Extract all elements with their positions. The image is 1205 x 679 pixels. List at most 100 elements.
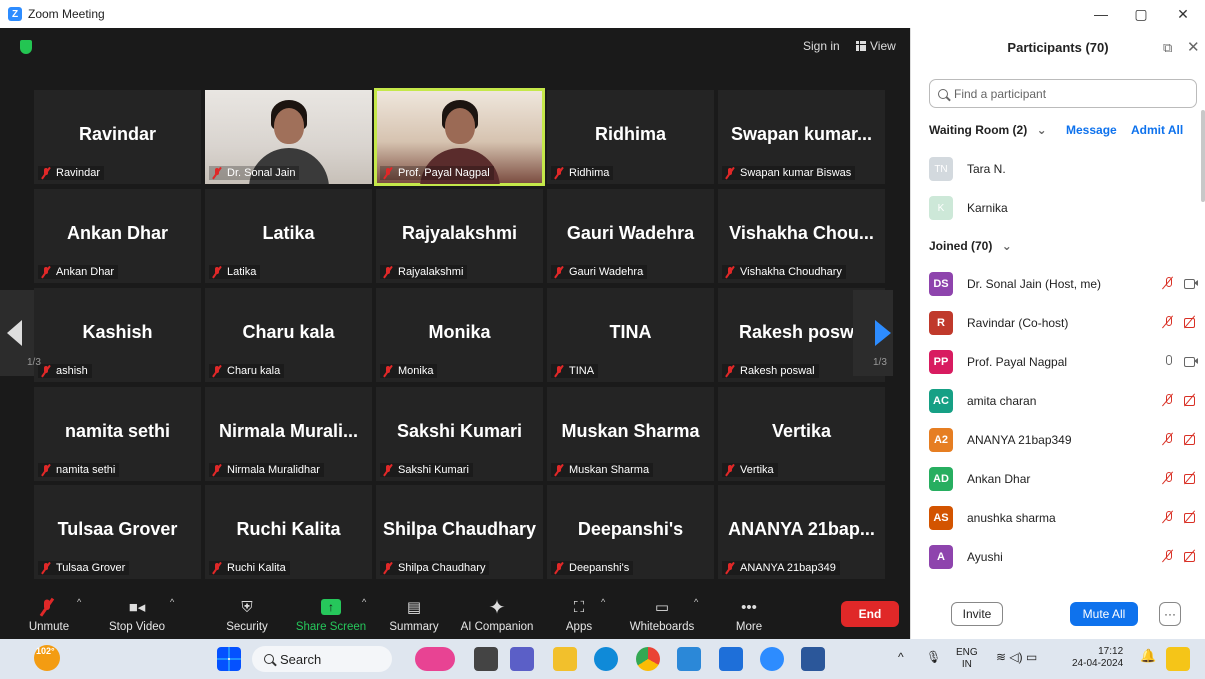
apps-button[interactable]: ⛶ Apps bbox=[562, 589, 596, 639]
participant-search-input[interactable] bbox=[954, 86, 1174, 101]
video-tile[interactable]: Gauri Wadehra Gauri Wadehra bbox=[547, 189, 714, 283]
copilot-icon[interactable] bbox=[1166, 647, 1190, 671]
video-tile[interactable]: Tulsaa Grover Tulsaa Grover bbox=[34, 485, 201, 579]
video-tile[interactable]: Kashish ashish bbox=[34, 288, 201, 382]
mic-muted-icon bbox=[1161, 549, 1175, 563]
video-tile[interactable]: Shilpa Chaudhary Shilpa Chaudhary bbox=[376, 485, 543, 579]
message-link[interactable]: Message bbox=[1066, 123, 1117, 137]
video-tile[interactable]: Charu kala Charu kala bbox=[205, 288, 372, 382]
close-button[interactable]: ✕ bbox=[1163, 0, 1203, 28]
participant-status-icons bbox=[1161, 315, 1199, 329]
participant-row[interactable]: DS Dr. Sonal Jain (Host, me) bbox=[929, 272, 1199, 296]
edge-icon[interactable] bbox=[594, 647, 618, 671]
share-screen-button[interactable]: ↑ Share Screen bbox=[294, 589, 368, 639]
network-volume-battery-icon[interactable]: ≋ ◁) ▭ bbox=[996, 651, 1037, 663]
video-tile[interactable]: TINA TINA bbox=[547, 288, 714, 382]
participant-name: Ravindar (Co-host) bbox=[967, 316, 1069, 330]
video-tile[interactable]: ANANYA 21bap... ANANYA 21bap349 bbox=[718, 485, 885, 579]
window-title: Zoom Meeting bbox=[28, 7, 105, 21]
taskbar-search[interactable]: Search bbox=[252, 646, 392, 672]
video-tile[interactable]: Ridhima Ridhima bbox=[547, 90, 714, 184]
share-options-caret[interactable]: ^ bbox=[362, 597, 366, 607]
minimize-button[interactable]: — bbox=[1081, 0, 1121, 28]
participant-name-label: Ankan Dhar bbox=[38, 265, 119, 279]
file-explorer-icon[interactable] bbox=[553, 647, 577, 671]
participant-row[interactable]: AC amita charan bbox=[929, 389, 1199, 413]
video-tile[interactable]: Swapan kumar... Swapan kumar Biswas bbox=[718, 90, 885, 184]
restore-button[interactable]: ▢ bbox=[1121, 0, 1161, 28]
popout-icon[interactable]: ⧉ bbox=[1163, 40, 1172, 56]
video-tile[interactable]: Monika Monika bbox=[376, 288, 543, 382]
panel-more-button[interactable]: ··· bbox=[1159, 602, 1181, 626]
video-tile[interactable]: Vishakha Chou... Vishakha Choudhary bbox=[718, 189, 885, 283]
joined-label[interactable]: Joined (70) ⌄ bbox=[929, 239, 1012, 253]
participant-row[interactable]: PP Prof. Payal Nagpal bbox=[929, 350, 1199, 374]
video-tile[interactable]: Ankan Dhar Ankan Dhar bbox=[34, 189, 201, 283]
waiting-participant-row[interactable]: TN Tara N. bbox=[929, 157, 1199, 181]
participant-name: Rakesh poswal bbox=[740, 365, 815, 377]
clock[interactable]: 17:12 24-04-2024 bbox=[1072, 646, 1123, 670]
store-icon[interactable] bbox=[677, 647, 701, 671]
panel-scrollbar[interactable] bbox=[1201, 110, 1205, 202]
video-tile[interactable]: Ruchi Kalita Ruchi Kalita bbox=[205, 485, 372, 579]
ai-companion-button[interactable]: ✦ AI Companion bbox=[456, 589, 538, 639]
invite-button[interactable]: Invite bbox=[951, 602, 1003, 626]
zoom-taskbar-icon[interactable] bbox=[760, 647, 784, 671]
participant-name: Ankan Dhar bbox=[56, 266, 115, 278]
view-button[interactable]: View bbox=[856, 39, 896, 53]
unmute-button[interactable]: Unmute bbox=[24, 589, 74, 639]
waiting-room-label[interactable]: Waiting Room (2) ⌄ bbox=[929, 123, 1047, 137]
chrome-icon[interactable] bbox=[636, 647, 660, 671]
video-tile[interactable]: Deepanshi's Deepanshi's bbox=[547, 485, 714, 579]
chevron-up-icon[interactable]: ^ bbox=[898, 651, 904, 663]
video-tile[interactable]: Rajyalakshmi Rajyalakshmi bbox=[376, 189, 543, 283]
teams-icon[interactable] bbox=[510, 647, 534, 671]
video-tile[interactable]: Latika Latika bbox=[205, 189, 372, 283]
whiteboards-options-caret[interactable]: ^ bbox=[694, 597, 698, 607]
video-tile[interactable]: Ravindar Ravindar bbox=[34, 90, 201, 184]
stop-video-button[interactable]: ■◂ Stop Video bbox=[104, 589, 170, 639]
participant-row[interactable]: R Ravindar (Co-host) bbox=[929, 311, 1199, 335]
sign-in-button[interactable]: Sign in bbox=[803, 39, 840, 53]
participant-row[interactable]: A2 ANANYA 21bap349 bbox=[929, 428, 1199, 452]
video-tile[interactable]: Vertika Vertika bbox=[718, 387, 885, 481]
waiting-participant-row[interactable]: K Karnika bbox=[929, 196, 1199, 220]
microphone-tray-icon[interactable]: 🎙 bbox=[926, 651, 941, 663]
close-panel-icon[interactable]: ✕ bbox=[1187, 38, 1200, 56]
task-view-icon[interactable] bbox=[474, 647, 498, 671]
participant-status-icons bbox=[1161, 510, 1199, 524]
participant-name-label: Shilpa Chaudhary bbox=[380, 561, 490, 575]
participant-name: ashish bbox=[56, 365, 88, 377]
more-button[interactable]: ••• More bbox=[732, 589, 766, 639]
language-indicator[interactable]: ENG IN bbox=[956, 647, 978, 671]
whiteboards-button[interactable]: ▭ Whiteboards bbox=[626, 589, 698, 639]
participant-display-name: Tulsaa Grover bbox=[57, 519, 178, 539]
video-tile[interactable]: Muskan Sharma Muskan Sharma bbox=[547, 387, 714, 481]
video-tile[interactable]: Prof. Payal Nagpal bbox=[374, 88, 545, 186]
video-tile[interactable]: Dr. Sonal Jain bbox=[205, 90, 372, 184]
participant-name-label: Vishakha Choudhary bbox=[722, 265, 846, 279]
participant-name: Ankan Dhar bbox=[967, 472, 1031, 486]
end-meeting-button[interactable]: End bbox=[841, 601, 899, 627]
word-icon[interactable] bbox=[801, 647, 825, 671]
participant-search[interactable] bbox=[929, 79, 1197, 108]
video-tile[interactable]: Nirmala Murali... Nirmala Muralidhar bbox=[205, 387, 372, 481]
mute-all-button[interactable]: Mute All bbox=[1070, 602, 1138, 626]
notification-bell-icon[interactable]: 🔔 bbox=[1140, 649, 1156, 662]
apps-options-caret[interactable]: ^ bbox=[601, 597, 605, 607]
participant-row[interactable]: AS anushka sharma bbox=[929, 506, 1199, 530]
video-tile[interactable]: namita sethi namita sethi bbox=[34, 387, 201, 481]
admit-all-link[interactable]: Admit All bbox=[1131, 123, 1183, 137]
video-tile[interactable]: Sakshi Kumari Sakshi Kumari bbox=[376, 387, 543, 481]
video-options-caret[interactable]: ^ bbox=[170, 597, 174, 607]
summary-button[interactable]: ▤ Summary bbox=[386, 589, 442, 639]
windows-start-icon[interactable] bbox=[217, 647, 241, 671]
participant-row[interactable]: A Ayushi bbox=[929, 545, 1199, 569]
audio-options-caret[interactable]: ^ bbox=[77, 597, 81, 607]
photos-icon[interactable] bbox=[719, 647, 743, 671]
encryption-shield-icon[interactable] bbox=[20, 40, 32, 54]
participant-display-name: Kashish bbox=[82, 322, 153, 342]
news-widget-icon[interactable] bbox=[415, 647, 455, 671]
security-button[interactable]: ⛨ Security bbox=[222, 589, 272, 639]
participant-row[interactable]: AD Ankan Dhar bbox=[929, 467, 1199, 491]
